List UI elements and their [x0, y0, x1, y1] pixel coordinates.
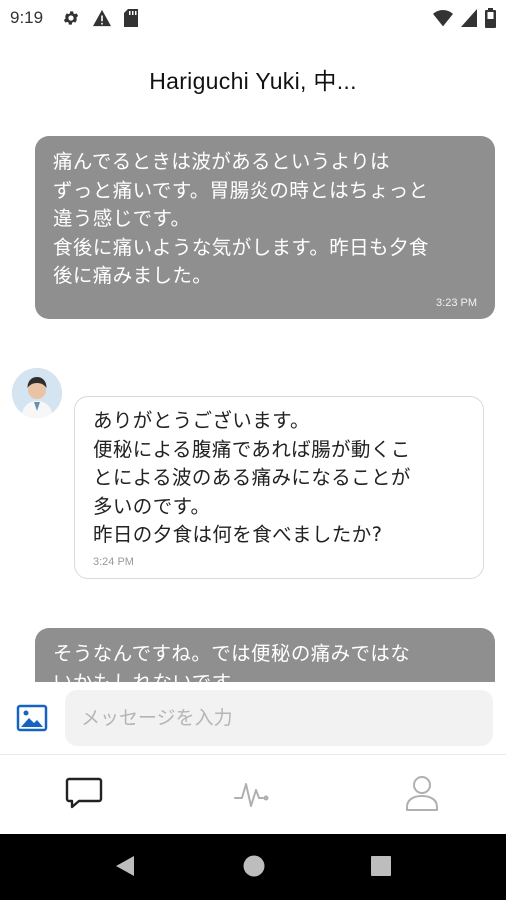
message-input[interactable]: [65, 690, 493, 746]
chat-message-list[interactable]: 痛んでるときは波があるというよりは ずっと痛いです。胃腸炎の時とはちょっと 違う…: [0, 120, 506, 682]
bottom-navigation: [0, 754, 506, 835]
nav-profile-tab[interactable]: [338, 755, 506, 835]
recents-icon[interactable]: [370, 854, 392, 882]
wifi-icon: [433, 9, 453, 27]
sd-card-icon: [124, 9, 138, 27]
message-timestamp: 3:23 PM: [436, 296, 477, 309]
message-text: そうなんですね。では便秘の痛みではな いかもしれないです。: [53, 642, 411, 682]
back-icon[interactable]: [114, 854, 136, 882]
image-attach-icon[interactable]: [16, 704, 48, 736]
message-composer: [0, 682, 506, 754]
person-icon: [404, 774, 440, 816]
battery-icon: [485, 8, 496, 28]
message-timestamp: 3:24 PM: [93, 555, 134, 568]
settings-icon: [62, 9, 80, 27]
cell-signal-icon: [461, 9, 477, 27]
incoming-message[interactable]: ありがとうございます。 便秘による腹痛であれば腸が動くこ とによる波のある痛みに…: [74, 396, 484, 579]
nav-chat-tab[interactable]: [0, 755, 168, 835]
conversation-title: Hariguchi Yuki, 中...: [149, 68, 357, 94]
nav-vitals-tab[interactable]: [169, 755, 337, 835]
doctor-avatar[interactable]: [12, 368, 62, 418]
warning-icon: [92, 9, 112, 27]
outgoing-message[interactable]: そうなんですね。では便秘の痛みではな いかもしれないです。: [35, 628, 495, 682]
home-icon[interactable]: [242, 854, 266, 882]
heart-pulse-icon: [233, 776, 273, 814]
system-navigation-bar: [0, 834, 506, 900]
message-text: 痛んでるときは波があるというよりは ずっと痛いです。胃腸炎の時とはちょっと 違う…: [53, 150, 429, 287]
outgoing-message[interactable]: 痛んでるときは波があるというよりは ずっと痛いです。胃腸炎の時とはちょっと 違う…: [35, 136, 495, 319]
message-text: ありがとうございます。 便秘による腹痛であれば腸が動くこ とによる波のある痛みに…: [93, 409, 411, 546]
status-bar: 9:19: [0, 0, 506, 36]
chat-bubble-icon: [65, 776, 103, 814]
status-time: 9:19: [10, 8, 44, 27]
